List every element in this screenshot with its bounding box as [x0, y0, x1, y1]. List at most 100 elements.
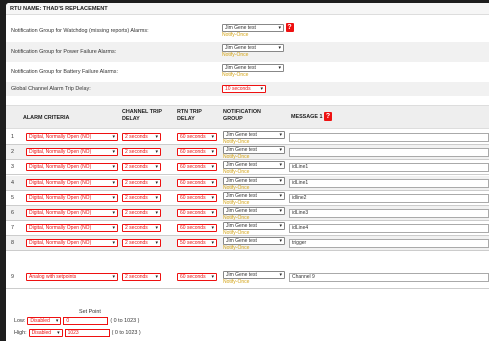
- message-input[interactable]: idLine1: [289, 163, 489, 172]
- alarm-criteria-select[interactable]: Digital, Normally Open (NO) ▾: [26, 224, 118, 232]
- rtn-trip-select[interactable]: 60 seconds ▾: [177, 179, 217, 187]
- power-setting-row: Notification Group for Power Failure Ala…: [6, 42, 489, 62]
- chevron-down-icon: ▾: [279, 147, 282, 153]
- notify-once-label: Notify-Once: [222, 52, 249, 58]
- row-number: 1: [11, 134, 14, 140]
- row-number: 7: [11, 225, 14, 231]
- notification-group-select[interactable]: Jim Gene test ▾: [223, 177, 285, 185]
- rtn-trip-select[interactable]: 50 seconds ▾: [177, 239, 217, 247]
- rtn-trip-select[interactable]: 60 seconds ▾: [177, 148, 217, 156]
- trip-delay-control: 10 seconds ▾: [222, 85, 266, 93]
- chevron-down-icon: ▾: [155, 180, 158, 186]
- chevron-down-icon: ▾: [278, 45, 281, 51]
- notification-group-select[interactable]: Jim Gene test ▾: [223, 146, 285, 154]
- alarm-criteria-select[interactable]: Digital, Normally Open (NO) ▾: [26, 194, 118, 202]
- chevron-down-icon: ▾: [155, 210, 158, 216]
- chevron-down-icon: ▾: [155, 164, 158, 170]
- notify-once-label: Notify-Once: [222, 32, 249, 38]
- table-row: 1 Digital, Normally Open (NO) ▾ 2 seconds ▾ 6…: [6, 130, 489, 145]
- chevron-down-icon: ▾: [211, 274, 214, 280]
- chevron-down-icon: ▾: [155, 225, 158, 231]
- notification-group-cell: Jim Gene test ▾ Notify-Once: [223, 177, 285, 191]
- channel-trip-select[interactable]: 2 seconds ▾: [122, 133, 161, 141]
- notification-group-select[interactable]: Jim Gene test ▾: [223, 222, 285, 230]
- row-number: 2: [11, 149, 14, 155]
- alarm-criteria-select[interactable]: Digital, Normally Open (NO) ▾: [26, 163, 118, 171]
- channel-trip-select[interactable]: 2 seconds ▾: [122, 179, 161, 187]
- notification-group-select[interactable]: Jim Gene test ▾: [223, 271, 285, 279]
- watchdog-setting-row: Notification Group for Watchdog (missing…: [6, 20, 489, 42]
- table-header: ALARM CRITERIA CHANNEL TRIP DELAY RTN TR…: [6, 105, 489, 129]
- alarm-criteria-select[interactable]: Digital, Normally Open (NO) ▾: [26, 239, 118, 247]
- setpoint-high-input[interactable]: 1023: [64, 329, 110, 337]
- message-input[interactable]: Channel 9: [289, 273, 489, 282]
- rtn-trip-select[interactable]: 60 seconds ▾: [177, 194, 217, 202]
- trip-delay-select[interactable]: 10 seconds ▾: [222, 85, 266, 93]
- header-rtn-trip-delay: DELAY: [177, 116, 195, 122]
- header-notification-group: GROUP: [223, 116, 243, 122]
- setpoint-low-range: ( 0 to 1023 ): [110, 318, 140, 324]
- message-input[interactable]: [289, 148, 489, 157]
- chevron-down-icon: ▾: [112, 195, 115, 201]
- chevron-down-icon: ▾: [278, 65, 281, 71]
- chevron-down-icon: ▾: [112, 210, 115, 216]
- setpoint-title: Set Point: [79, 309, 101, 315]
- notification-group-select[interactable]: Jim Gene test ▾: [223, 131, 285, 139]
- notification-group-select[interactable]: Jim Gene test ▾: [223, 192, 285, 200]
- channel-trip-select[interactable]: 2 seconds ▾: [122, 209, 161, 217]
- help-icon[interactable]: ?: [323, 112, 332, 121]
- row-number: 6: [11, 210, 14, 216]
- chevron-down-icon: ▾: [211, 180, 214, 186]
- table-row: 9 Analog with setpoints ▾ 2 seconds ▾ 60 seco…: [6, 265, 489, 289]
- setpoint-high-label: High:: [14, 330, 27, 336]
- rtn-trip-select[interactable]: 60 seconds ▾: [177, 273, 217, 281]
- channel-trip-select[interactable]: 2 seconds ▾: [122, 224, 161, 232]
- notification-group-select[interactable]: Jim Gene test ▾: [223, 207, 285, 215]
- rtn-trip-select[interactable]: 60 seconds ▾: [177, 163, 217, 171]
- rtn-trip-select[interactable]: 60 seconds ▾: [177, 224, 217, 232]
- message-input[interactable]: idLine3: [289, 209, 489, 218]
- channel-trip-select[interactable]: 2 seconds ▾: [122, 163, 161, 171]
- alarm-criteria-select[interactable]: Digital, Normally Open (NO) ▾: [26, 179, 118, 187]
- row-number: 4: [11, 180, 14, 186]
- row-number: 8: [11, 240, 14, 246]
- header-channel-trip: CHANNEL TRIP: [122, 109, 163, 115]
- channel-trip-select[interactable]: 2 seconds ▾: [122, 273, 161, 281]
- chevron-down-icon: ▾: [211, 149, 214, 155]
- help-icon[interactable]: ?: [285, 23, 294, 32]
- message-input[interactable]: trigger: [289, 239, 489, 248]
- alarm-criteria-select[interactable]: Digital, Normally Open (NO) ▾: [26, 133, 118, 141]
- chevron-down-icon: ▾: [55, 318, 59, 324]
- power-group-select[interactable]: Jim Gene test ▾: [222, 44, 284, 52]
- setpoint-low-input[interactable]: 0: [63, 317, 109, 325]
- chevron-down-icon: ▾: [112, 164, 115, 170]
- battery-setting-row: Notification Group for Battery Failure A…: [6, 62, 489, 82]
- chevron-down-icon: ▾: [279, 132, 282, 138]
- chevron-down-icon: ▾: [211, 240, 214, 246]
- rtn-trip-select[interactable]: 60 seconds ▾: [177, 209, 217, 217]
- message-input[interactable]: idline2: [289, 194, 489, 203]
- watchdog-group-select[interactable]: Jim Gene test ▾: [222, 23, 284, 32]
- channel-trip-select[interactable]: 2 seconds ▾: [122, 194, 161, 202]
- notification-group-select[interactable]: Jim Gene test ▾: [223, 237, 285, 245]
- setpoint-low-select[interactable]: Disabled ▾: [27, 317, 62, 325]
- alarm-criteria-select[interactable]: Digital, Normally Open (NO) ▾: [26, 148, 118, 156]
- channel-trip-select[interactable]: 2 seconds ▾: [122, 239, 161, 247]
- battery-label: Notification Group for Battery Failure A…: [11, 69, 118, 75]
- message-input[interactable]: idLine1: [289, 179, 489, 188]
- alarm-criteria-select[interactable]: Digital, Normally Open (NO) ▾: [26, 209, 118, 217]
- chevron-down-icon: ▾: [279, 223, 282, 229]
- setpoint-high-row: High: Disabled ▾ 1023 ( 0 to 1023 ): [14, 329, 141, 337]
- power-label: Notification Group for Power Failure Ala…: [11, 49, 117, 55]
- message-input[interactable]: idLine4: [289, 224, 489, 233]
- chevron-down-icon: ▾: [112, 134, 115, 140]
- message-input[interactable]: [289, 133, 489, 142]
- chevron-down-icon: ▾: [211, 195, 214, 201]
- notification-group-select[interactable]: Jim Gene test ▾: [223, 161, 285, 169]
- rtn-trip-select[interactable]: 60 seconds ▾: [177, 133, 217, 141]
- battery-group-select[interactable]: Jim Gene test ▾: [222, 64, 284, 72]
- alarm-criteria-select[interactable]: Analog with setpoints ▾: [26, 273, 118, 281]
- notify-once-label: Notify-Once: [222, 72, 249, 78]
- channel-trip-select[interactable]: 2 seconds ▾: [122, 148, 161, 156]
- setpoint-high-select[interactable]: Disabled ▾: [28, 329, 63, 337]
